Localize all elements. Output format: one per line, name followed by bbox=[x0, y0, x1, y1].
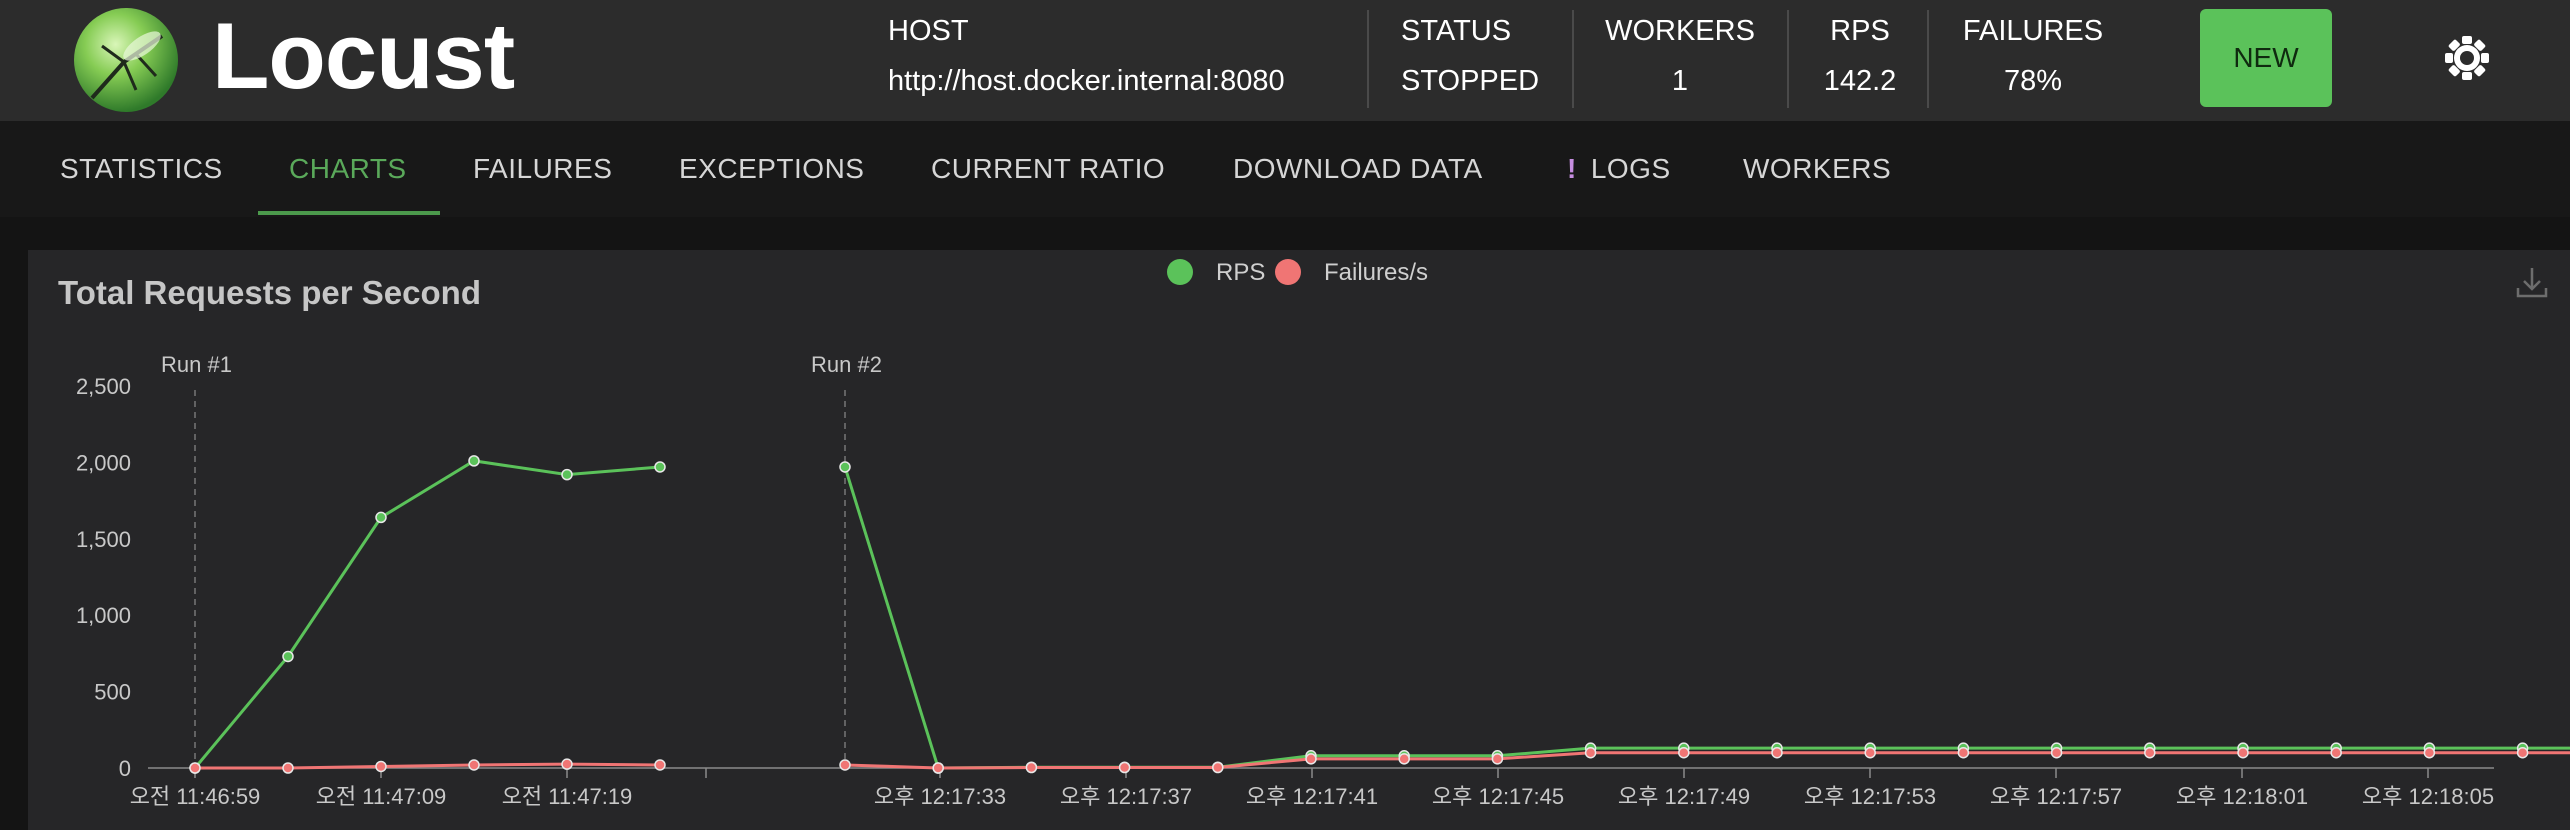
tab-exceptions[interactable]: EXCEPTIONS bbox=[679, 121, 864, 217]
data-point bbox=[2050, 746, 2063, 759]
rps-line-chart: 0 500 1,000 1,500 2,000 2,500 오전 11:46:59 오전 11… bbox=[76, 259, 2570, 809]
separator bbox=[1927, 10, 1929, 108]
failures-stat: FAILURES 78% bbox=[1955, 14, 2111, 108]
data-point bbox=[468, 759, 480, 771]
x-tick-label: 오후 12:18:01 bbox=[2176, 784, 2308, 809]
active-tab-indicator bbox=[258, 211, 440, 215]
workers-label: WORKERS bbox=[1605, 15, 1755, 47]
data-point bbox=[654, 461, 666, 473]
x-tick-label: 오전 11:47:19 bbox=[502, 784, 633, 809]
tab-current-ratio[interactable]: CURRENT RATIO bbox=[931, 121, 1165, 217]
data-point bbox=[1957, 746, 1970, 759]
data-point bbox=[2423, 746, 2436, 759]
chart-panel: Total Requests per Second 0 500 1,000 1,500… bbox=[28, 250, 2570, 830]
app-name: Locust bbox=[212, 3, 515, 108]
failures-label: FAILURES bbox=[1962, 15, 2104, 47]
workers-stat: WORKERS 1 bbox=[1598, 14, 1762, 108]
workers-value: 1 bbox=[1671, 65, 1689, 97]
tab-workers[interactable]: WORKERS bbox=[1743, 121, 1891, 217]
data-point bbox=[2516, 746, 2529, 759]
status-label: STATUS bbox=[1401, 15, 1512, 47]
x-tick-label: 오후 12:17:49 bbox=[1618, 784, 1750, 809]
alert-icon: ! bbox=[1567, 153, 1577, 184]
series-line-failures-s bbox=[844, 751, 2570, 770]
x-tick-label: 오후 12:17:41 bbox=[1246, 784, 1378, 809]
series-line-rps bbox=[193, 459, 661, 769]
run-label: Run #2 bbox=[811, 352, 882, 377]
tab-statistics[interactable]: STATISTICS bbox=[60, 121, 223, 217]
y-tick-label: 1,000 bbox=[76, 603, 131, 628]
data-point bbox=[1305, 753, 1317, 765]
data-point bbox=[375, 760, 387, 773]
x-tick-label: 오전 11:46:59 bbox=[130, 784, 261, 809]
y-tick-label: 500 bbox=[94, 680, 131, 705]
sun-icon[interactable] bbox=[2442, 30, 2492, 86]
data-point bbox=[932, 762, 944, 774]
rps-label: RPS bbox=[1830, 15, 1890, 47]
x-tick-label: 오후 12:17:53 bbox=[1804, 784, 1936, 809]
y-tick-label: 1,500 bbox=[76, 527, 131, 552]
tab-logs-label: LOGS bbox=[1590, 153, 1671, 184]
separator bbox=[1367, 10, 1369, 108]
host-value: http://host.docker.internal:8080 bbox=[888, 65, 1285, 97]
data-point bbox=[1212, 761, 1224, 774]
host-stat: HOST http://host.docker.internal:8080 bbox=[888, 14, 1285, 108]
data-point bbox=[1118, 761, 1131, 774]
data-point bbox=[189, 762, 201, 774]
data-point bbox=[1678, 746, 1690, 759]
legend-label: Failures/s bbox=[1324, 259, 1428, 286]
data-point bbox=[2237, 746, 2249, 759]
top-bar: Locust HOST http://host.docker.internal:… bbox=[0, 0, 2570, 121]
x-tick-label: 오후 12:17:45 bbox=[1432, 784, 1564, 809]
legend-marker bbox=[1275, 259, 1301, 285]
series-line-rps bbox=[843, 466, 2570, 770]
y-tick-label: 2,500 bbox=[76, 374, 131, 399]
data-point bbox=[1491, 753, 1504, 765]
data-point bbox=[839, 461, 851, 473]
separator bbox=[1787, 10, 1789, 108]
tab-download-data[interactable]: DOWNLOAD DATA bbox=[1233, 121, 1483, 217]
legend-marker bbox=[1167, 259, 1193, 285]
data-point bbox=[561, 758, 573, 770]
status-stat: STATUS STOPPED bbox=[1401, 14, 1539, 108]
tab-logs[interactable]: ! LOGS bbox=[1567, 121, 1671, 217]
data-point bbox=[282, 650, 294, 663]
y-tick-label: 2,000 bbox=[76, 450, 131, 475]
data-point bbox=[468, 455, 480, 467]
rps-value: 142.2 bbox=[1823, 65, 1897, 97]
x-tick-label: 오후 12:17:33 bbox=[874, 784, 1006, 809]
data-point bbox=[1025, 761, 1038, 774]
new-test-button[interactable]: NEW bbox=[2200, 9, 2332, 107]
data-point bbox=[282, 762, 294, 774]
status-value: STOPPED bbox=[1401, 65, 1540, 97]
data-point bbox=[2330, 746, 2342, 759]
tab-charts[interactable]: CHARTS bbox=[289, 121, 407, 217]
tab-bar: STATISTICS CHARTS FAILURES EXCEPTIONS CU… bbox=[0, 121, 2570, 217]
data-point bbox=[1398, 753, 1410, 765]
data-point bbox=[2144, 746, 2156, 759]
data-point bbox=[654, 759, 666, 771]
x-tick-label: 오전 11:47:09 bbox=[316, 784, 447, 809]
host-label: HOST bbox=[888, 15, 969, 47]
run-label: Run #1 bbox=[161, 352, 232, 377]
legend-label: RPS bbox=[1216, 259, 1265, 286]
data-point bbox=[839, 759, 851, 771]
data-point bbox=[375, 511, 387, 524]
locust-logo-icon bbox=[74, 8, 178, 112]
data-point bbox=[1584, 746, 1597, 759]
y-tick-label: 0 bbox=[119, 756, 131, 781]
tab-failures[interactable]: FAILURES bbox=[473, 121, 612, 217]
failures-value: 78% bbox=[2003, 65, 2063, 97]
data-point bbox=[1771, 746, 1783, 759]
x-tick-label: 오후 12:17:37 bbox=[1060, 784, 1192, 809]
x-tick-label: 오후 12:17:57 bbox=[1990, 784, 2122, 809]
x-tick-label: 오후 12:18:05 bbox=[2362, 784, 2494, 809]
rps-stat: RPS 142.2 bbox=[1810, 14, 1910, 108]
data-point bbox=[561, 468, 573, 481]
separator bbox=[1572, 10, 1574, 108]
data-point bbox=[1864, 746, 1876, 759]
